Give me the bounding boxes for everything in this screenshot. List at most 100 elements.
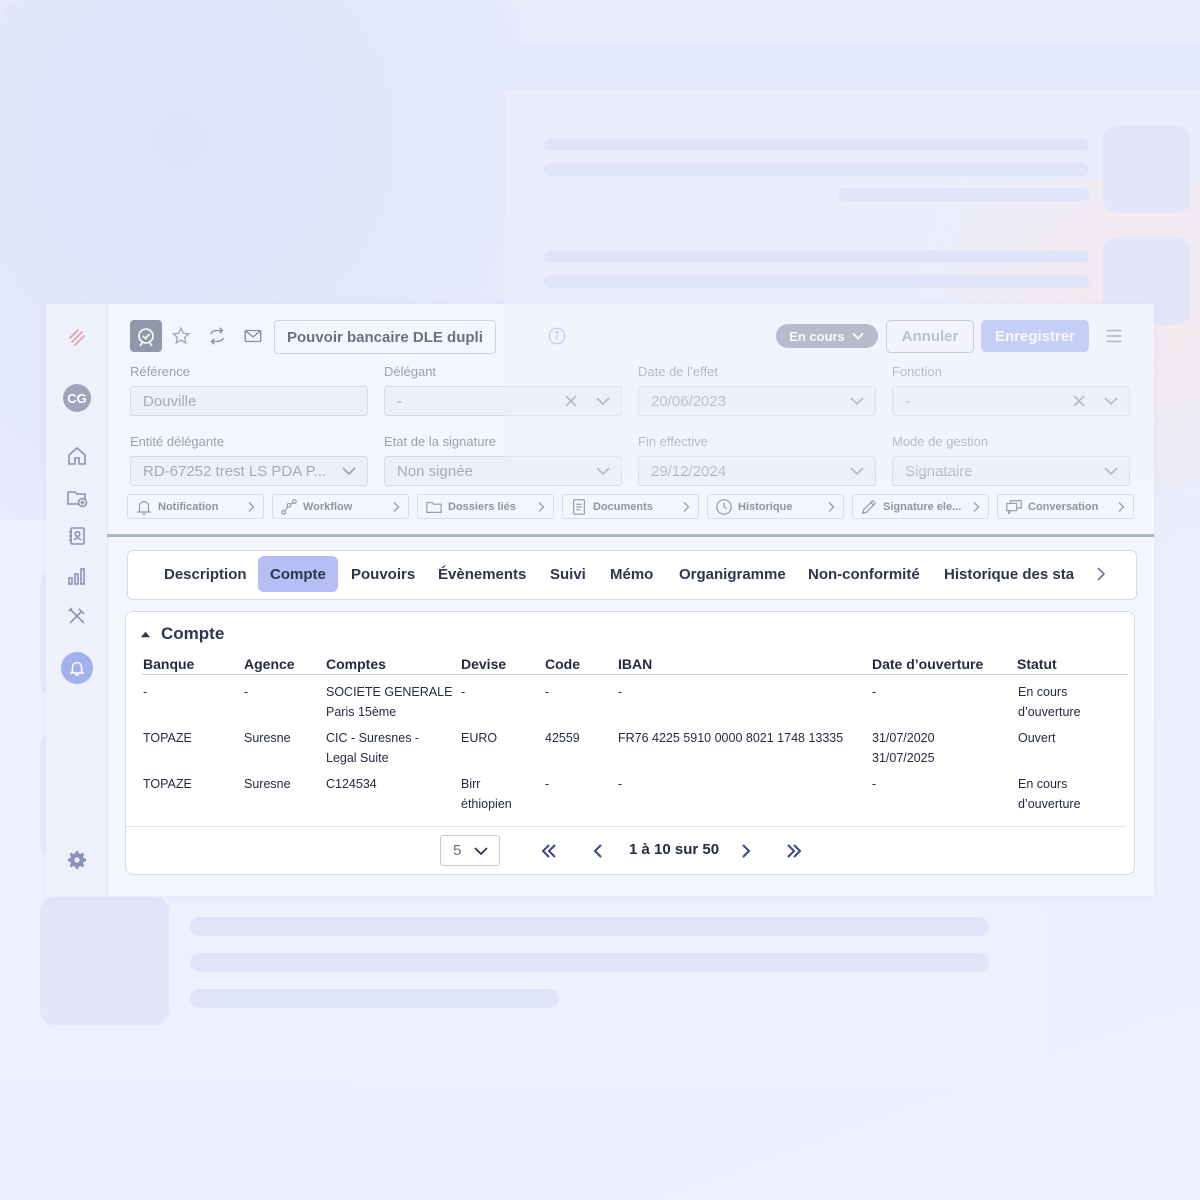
table-cell: Suresne (244, 731, 291, 745)
info-icon[interactable] (546, 325, 568, 347)
tab-evenements[interactable]: Évènements (426, 556, 538, 592)
shortcut-signature[interactable]: Signature ele... (852, 494, 989, 519)
field-value: - (397, 392, 402, 410)
field-label: Mode de gestion (892, 434, 989, 449)
date-effet-select[interactable]: 20/06/2023 (638, 386, 876, 416)
column-header: Agence (244, 656, 295, 672)
field-label: Date de l’effet (638, 364, 718, 379)
page-size-select[interactable]: 5 (440, 835, 500, 866)
save-button[interactable]: Enregistrer (981, 320, 1089, 352)
field-label: Fonction (892, 364, 942, 379)
mode-gestion-select[interactable]: Signataire (892, 456, 1130, 486)
clear-icon[interactable] (563, 393, 579, 409)
contacts-icon[interactable] (64, 523, 90, 549)
first-page-button[interactable] (538, 840, 560, 862)
table-cell: CIC - Suresnes - Legal Suite (326, 731, 420, 765)
avatar[interactable]: CG (63, 384, 91, 412)
shortcut-conversation[interactable]: Conversation (997, 494, 1134, 519)
bell-icon (134, 497, 154, 517)
table-cell: 42559 (545, 731, 580, 745)
document-badge-icon (130, 320, 162, 352)
content-area: Pouvoir bancaire DLE dupli En cours Annu… (107, 304, 1154, 896)
tab-historique-statuts[interactable]: Historique des stat (932, 556, 1074, 592)
star-icon[interactable] (170, 325, 192, 347)
table-footer-divider (126, 826, 1126, 827)
chevron-down-icon[interactable] (1103, 393, 1119, 409)
logo-icon (64, 324, 90, 350)
settings-icon[interactable] (64, 847, 90, 873)
refresh-icon[interactable] (206, 325, 228, 347)
table-cell: Ouvert (1018, 731, 1056, 745)
mail-icon[interactable] (242, 325, 264, 347)
background-card-topbar (498, 43, 1200, 90)
reference-input[interactable]: Douville (130, 386, 368, 416)
chevron-right-icon (535, 501, 547, 513)
tab-compte[interactable]: Compte (258, 556, 338, 592)
tab-description[interactable]: Description (152, 556, 259, 592)
status-dropdown[interactable]: En cours (776, 324, 878, 348)
shortcut-documents[interactable]: Documents (562, 494, 699, 519)
hamburger-menu-icon[interactable] (1103, 325, 1125, 347)
chevron-down-icon[interactable] (849, 463, 865, 479)
next-page-button[interactable] (735, 840, 757, 862)
skeleton-line (190, 953, 989, 972)
table-cell: - (872, 777, 877, 791)
column-header: Banque (143, 656, 195, 672)
notification-button[interactable] (61, 652, 93, 684)
delegant-select[interactable]: - (384, 386, 622, 416)
tab-pouvoirs[interactable]: Pouvoirs (339, 556, 427, 592)
chevron-right-icon (1115, 501, 1127, 513)
clear-icon[interactable] (1071, 393, 1087, 409)
table-header-divider (142, 674, 1128, 675)
tools-icon[interactable] (64, 603, 90, 629)
section-divider (107, 534, 1154, 537)
shortcut-notification[interactable]: Notification (127, 494, 264, 519)
tab-memo[interactable]: Mémo (598, 556, 665, 592)
field-reference: Référence Douville (130, 364, 368, 416)
shortcut-dossiers-lies[interactable]: Dossiers liés (417, 494, 554, 519)
document-title[interactable]: Pouvoir bancaire DLE dupli (274, 320, 496, 354)
chevron-right-icon[interactable] (1090, 563, 1112, 585)
table-cell: TOPAZE (143, 777, 192, 791)
tab-suivi[interactable]: Suivi (538, 556, 598, 592)
chevron-down-icon[interactable] (1103, 463, 1119, 479)
column-header: Date d’ouverture (872, 656, 984, 672)
chevron-right-icon (390, 501, 402, 513)
home-icon[interactable] (64, 443, 90, 469)
chevron-down-icon[interactable] (341, 463, 357, 479)
pagination-range: 1 à 10 sur 50 (629, 841, 720, 858)
field-value: Non signée (397, 462, 473, 480)
table-cell: - (545, 685, 550, 699)
field-label: Etat de la signature (384, 434, 497, 449)
caret-up-icon (140, 631, 151, 637)
skeleton-line (544, 250, 1089, 263)
cancel-button[interactable]: Annuler (886, 320, 974, 353)
field-fonction: Fonction - (892, 364, 1130, 416)
fin-effective-select[interactable]: 29/12/2024 (638, 456, 876, 486)
panel-header[interactable]: Compte (140, 624, 224, 644)
sidebar: CG (46, 304, 108, 896)
compte-panel: Compte Banque Agence Comptes Devise Code… (125, 611, 1135, 875)
chevron-down-icon (474, 846, 488, 855)
document-icon (569, 497, 589, 517)
previous-page-button[interactable] (587, 840, 609, 862)
chart-icon[interactable] (64, 563, 90, 589)
field-mode-gestion: Mode de gestion Signataire (892, 434, 1130, 486)
entite-select[interactable]: RD-67252 trest LS PDA P... (130, 456, 368, 486)
chevron-down-icon[interactable] (849, 393, 865, 409)
tab-organigramme[interactable]: Organigramme (667, 556, 798, 592)
skeleton-square (1103, 125, 1191, 213)
table-cell: Suresne (244, 777, 291, 791)
chevron-down-icon[interactable] (595, 393, 611, 409)
table-cell: - (143, 685, 148, 699)
shortcut-historique[interactable]: Historique (707, 494, 844, 519)
last-page-button[interactable] (783, 840, 805, 862)
main-window: CG Pouvoir bancaire DLE dupli En cours A… (46, 304, 1154, 896)
field-value: Douville (143, 392, 197, 410)
etat-signature-select[interactable]: Non signée (384, 456, 622, 486)
folder-add-icon[interactable] (64, 484, 90, 510)
shortcut-workflow[interactable]: Workflow (272, 494, 409, 519)
fonction-select[interactable]: - (892, 386, 1130, 416)
chevron-down-icon[interactable] (595, 463, 611, 479)
tab-non-conformite[interactable]: Non-conformité (796, 556, 932, 592)
